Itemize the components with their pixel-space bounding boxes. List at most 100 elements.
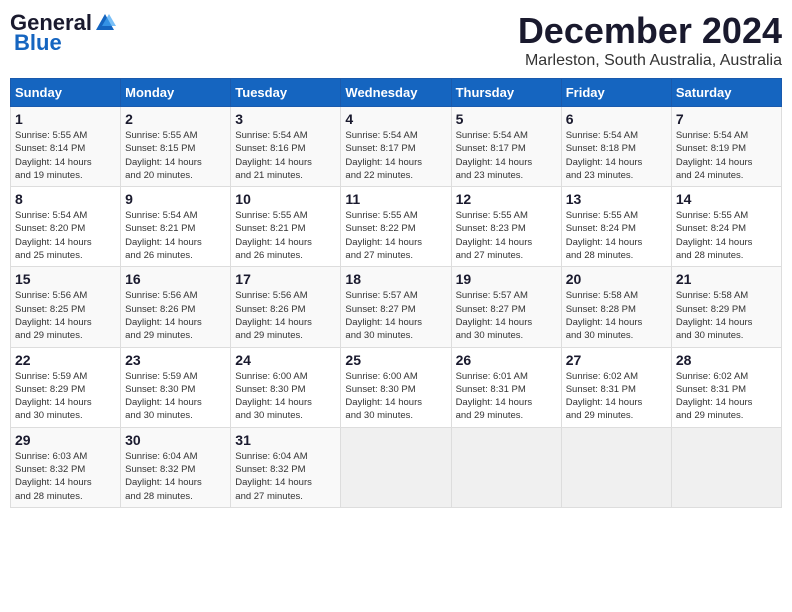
day-number: 27 [566,352,667,368]
day-info: Sunrise: 6:02 AM Sunset: 8:31 PM Dayligh… [676,370,777,423]
week-row-1: 1 Sunrise: 5:55 AM Sunset: 8:14 PM Daylig… [11,107,782,187]
day-cell: 7 Sunrise: 5:54 AM Sunset: 8:19 PM Daylig… [671,107,781,187]
day-cell [671,427,781,507]
day-number: 31 [235,432,336,448]
header-day-friday: Friday [561,79,671,107]
day-number: 7 [676,111,777,127]
day-info: Sunrise: 5:56 AM Sunset: 8:25 PM Dayligh… [15,289,116,342]
day-number: 22 [15,352,116,368]
day-info: Sunrise: 6:01 AM Sunset: 8:31 PM Dayligh… [456,370,557,423]
header-day-thursday: Thursday [451,79,561,107]
header-day-wednesday: Wednesday [341,79,451,107]
day-number: 8 [15,191,116,207]
day-info: Sunrise: 5:55 AM Sunset: 8:24 PM Dayligh… [566,209,667,262]
day-number: 3 [235,111,336,127]
day-cell: 25Sunrise: 6:00 AM Sunset: 8:30 PM Dayli… [341,347,451,427]
day-info: Sunrise: 5:55 AM Sunset: 8:14 PM Dayligh… [15,129,116,182]
day-cell: 22 Sunrise: 5:59 AM Sunset: 8:29 PM Dayli… [11,347,121,427]
day-cell: 18 Sunrise: 5:57 AM Sunset: 8:27 PM Dayli… [341,267,451,347]
day-cell [341,427,451,507]
day-number: 1 [15,111,116,127]
day-number: 30 [125,432,226,448]
day-cell: 23 Sunrise: 5:59 AM Sunset: 8:30 PM Dayli… [121,347,231,427]
day-info: Sunrise: 6:03 AM Sunset: 8:32 PM Dayligh… [15,450,116,503]
day-number: 2 [125,111,226,127]
day-number: 28 [676,352,777,368]
day-cell: 29Sunrise: 6:03 AM Sunset: 8:32 PM Dayli… [11,427,121,507]
week-row-2: 8 Sunrise: 5:54 AM Sunset: 8:20 PM Daylig… [11,187,782,267]
day-number: 23 [125,352,226,368]
day-number: 14 [676,191,777,207]
day-number: 4 [345,111,446,127]
day-number: 18 [345,271,446,287]
day-info: Sunrise: 5:55 AM Sunset: 8:22 PM Dayligh… [345,209,446,262]
day-info: Sunrise: 5:54 AM Sunset: 8:18 PM Dayligh… [566,129,667,182]
week-row-4: 22 Sunrise: 5:59 AM Sunset: 8:29 PM Dayli… [11,347,782,427]
page-header: General Blue December 2024 Marleston, So… [10,10,782,70]
day-info: Sunrise: 5:54 AM Sunset: 8:17 PM Dayligh… [345,129,446,182]
day-number: 10 [235,191,336,207]
day-info: Sunrise: 5:58 AM Sunset: 8:28 PM Dayligh… [566,289,667,342]
day-number: 5 [456,111,557,127]
day-info: Sunrise: 5:54 AM Sunset: 8:16 PM Dayligh… [235,129,336,182]
day-cell: 9Sunrise: 5:54 AM Sunset: 8:21 PM Daylig… [121,187,231,267]
day-cell: 30 Sunrise: 6:04 AM Sunset: 8:32 PM Dayli… [121,427,231,507]
day-info: Sunrise: 5:55 AM Sunset: 8:23 PM Dayligh… [456,209,557,262]
day-info: Sunrise: 5:57 AM Sunset: 8:27 PM Dayligh… [345,289,446,342]
day-info: Sunrise: 5:54 AM Sunset: 8:17 PM Dayligh… [456,129,557,182]
day-cell: 1 Sunrise: 5:55 AM Sunset: 8:14 PM Daylig… [11,107,121,187]
day-number: 11 [345,191,446,207]
day-cell: 16Sunrise: 5:56 AM Sunset: 8:26 PM Dayli… [121,267,231,347]
title-section: December 2024 Marleston, South Australia… [518,10,782,70]
day-info: Sunrise: 5:54 AM Sunset: 8:21 PM Dayligh… [125,209,226,262]
day-cell: 10 Sunrise: 5:55 AM Sunset: 8:21 PM Dayli… [231,187,341,267]
day-cell: 20 Sunrise: 5:58 AM Sunset: 8:28 PM Dayli… [561,267,671,347]
day-cell: 6Sunrise: 5:54 AM Sunset: 8:18 PM Daylig… [561,107,671,187]
day-info: Sunrise: 6:00 AM Sunset: 8:30 PM Dayligh… [235,370,336,423]
day-cell: 14Sunrise: 5:55 AM Sunset: 8:24 PM Dayli… [671,187,781,267]
day-info: Sunrise: 6:04 AM Sunset: 8:32 PM Dayligh… [125,450,226,503]
logo: General Blue [10,10,116,56]
logo-icon [94,12,116,34]
day-info: Sunrise: 5:59 AM Sunset: 8:29 PM Dayligh… [15,370,116,423]
calendar-header-row: SundayMondayTuesdayWednesdayThursdayFrid… [11,79,782,107]
header-day-sunday: Sunday [11,79,121,107]
day-cell: 2 Sunrise: 5:55 AM Sunset: 8:15 PM Daylig… [121,107,231,187]
day-number: 13 [566,191,667,207]
day-info: Sunrise: 6:04 AM Sunset: 8:32 PM Dayligh… [235,450,336,503]
day-number: 24 [235,352,336,368]
day-cell: 4 Sunrise: 5:54 AM Sunset: 8:17 PM Daylig… [341,107,451,187]
day-cell: 21Sunrise: 5:58 AM Sunset: 8:29 PM Dayli… [671,267,781,347]
day-number: 19 [456,271,557,287]
day-number: 26 [456,352,557,368]
day-cell: 5 Sunrise: 5:54 AM Sunset: 8:17 PM Daylig… [451,107,561,187]
day-info: Sunrise: 5:59 AM Sunset: 8:30 PM Dayligh… [125,370,226,423]
day-number: 17 [235,271,336,287]
day-cell: 31 Sunrise: 6:04 AM Sunset: 8:32 PM Dayli… [231,427,341,507]
day-info: Sunrise: 5:58 AM Sunset: 8:29 PM Dayligh… [676,289,777,342]
day-number: 16 [125,271,226,287]
day-info: Sunrise: 6:02 AM Sunset: 8:31 PM Dayligh… [566,370,667,423]
header-day-monday: Monday [121,79,231,107]
day-info: Sunrise: 5:54 AM Sunset: 8:19 PM Dayligh… [676,129,777,182]
calendar-title: December 2024 [518,10,782,52]
day-info: Sunrise: 5:54 AM Sunset: 8:20 PM Dayligh… [15,209,116,262]
calendar-subtitle: Marleston, South Australia, Australia [518,52,782,70]
day-info: Sunrise: 5:55 AM Sunset: 8:15 PM Dayligh… [125,129,226,182]
day-cell: 15Sunrise: 5:56 AM Sunset: 8:25 PM Dayli… [11,267,121,347]
day-number: 20 [566,271,667,287]
day-cell: 11 Sunrise: 5:55 AM Sunset: 8:22 PM Dayli… [341,187,451,267]
day-info: Sunrise: 5:55 AM Sunset: 8:21 PM Dayligh… [235,209,336,262]
day-cell: 26 Sunrise: 6:01 AM Sunset: 8:31 PM Dayli… [451,347,561,427]
day-cell: 13 Sunrise: 5:55 AM Sunset: 8:24 PM Dayli… [561,187,671,267]
header-day-saturday: Saturday [671,79,781,107]
day-cell [451,427,561,507]
day-cell: 24 Sunrise: 6:00 AM Sunset: 8:30 PM Dayli… [231,347,341,427]
day-cell: 8 Sunrise: 5:54 AM Sunset: 8:20 PM Daylig… [11,187,121,267]
calendar-table: SundayMondayTuesdayWednesdayThursdayFrid… [10,78,782,508]
day-cell [561,427,671,507]
day-number: 25 [345,352,446,368]
day-cell: 12Sunrise: 5:55 AM Sunset: 8:23 PM Dayli… [451,187,561,267]
day-cell: 17Sunrise: 5:56 AM Sunset: 8:26 PM Dayli… [231,267,341,347]
week-row-5: 29Sunrise: 6:03 AM Sunset: 8:32 PM Dayli… [11,427,782,507]
